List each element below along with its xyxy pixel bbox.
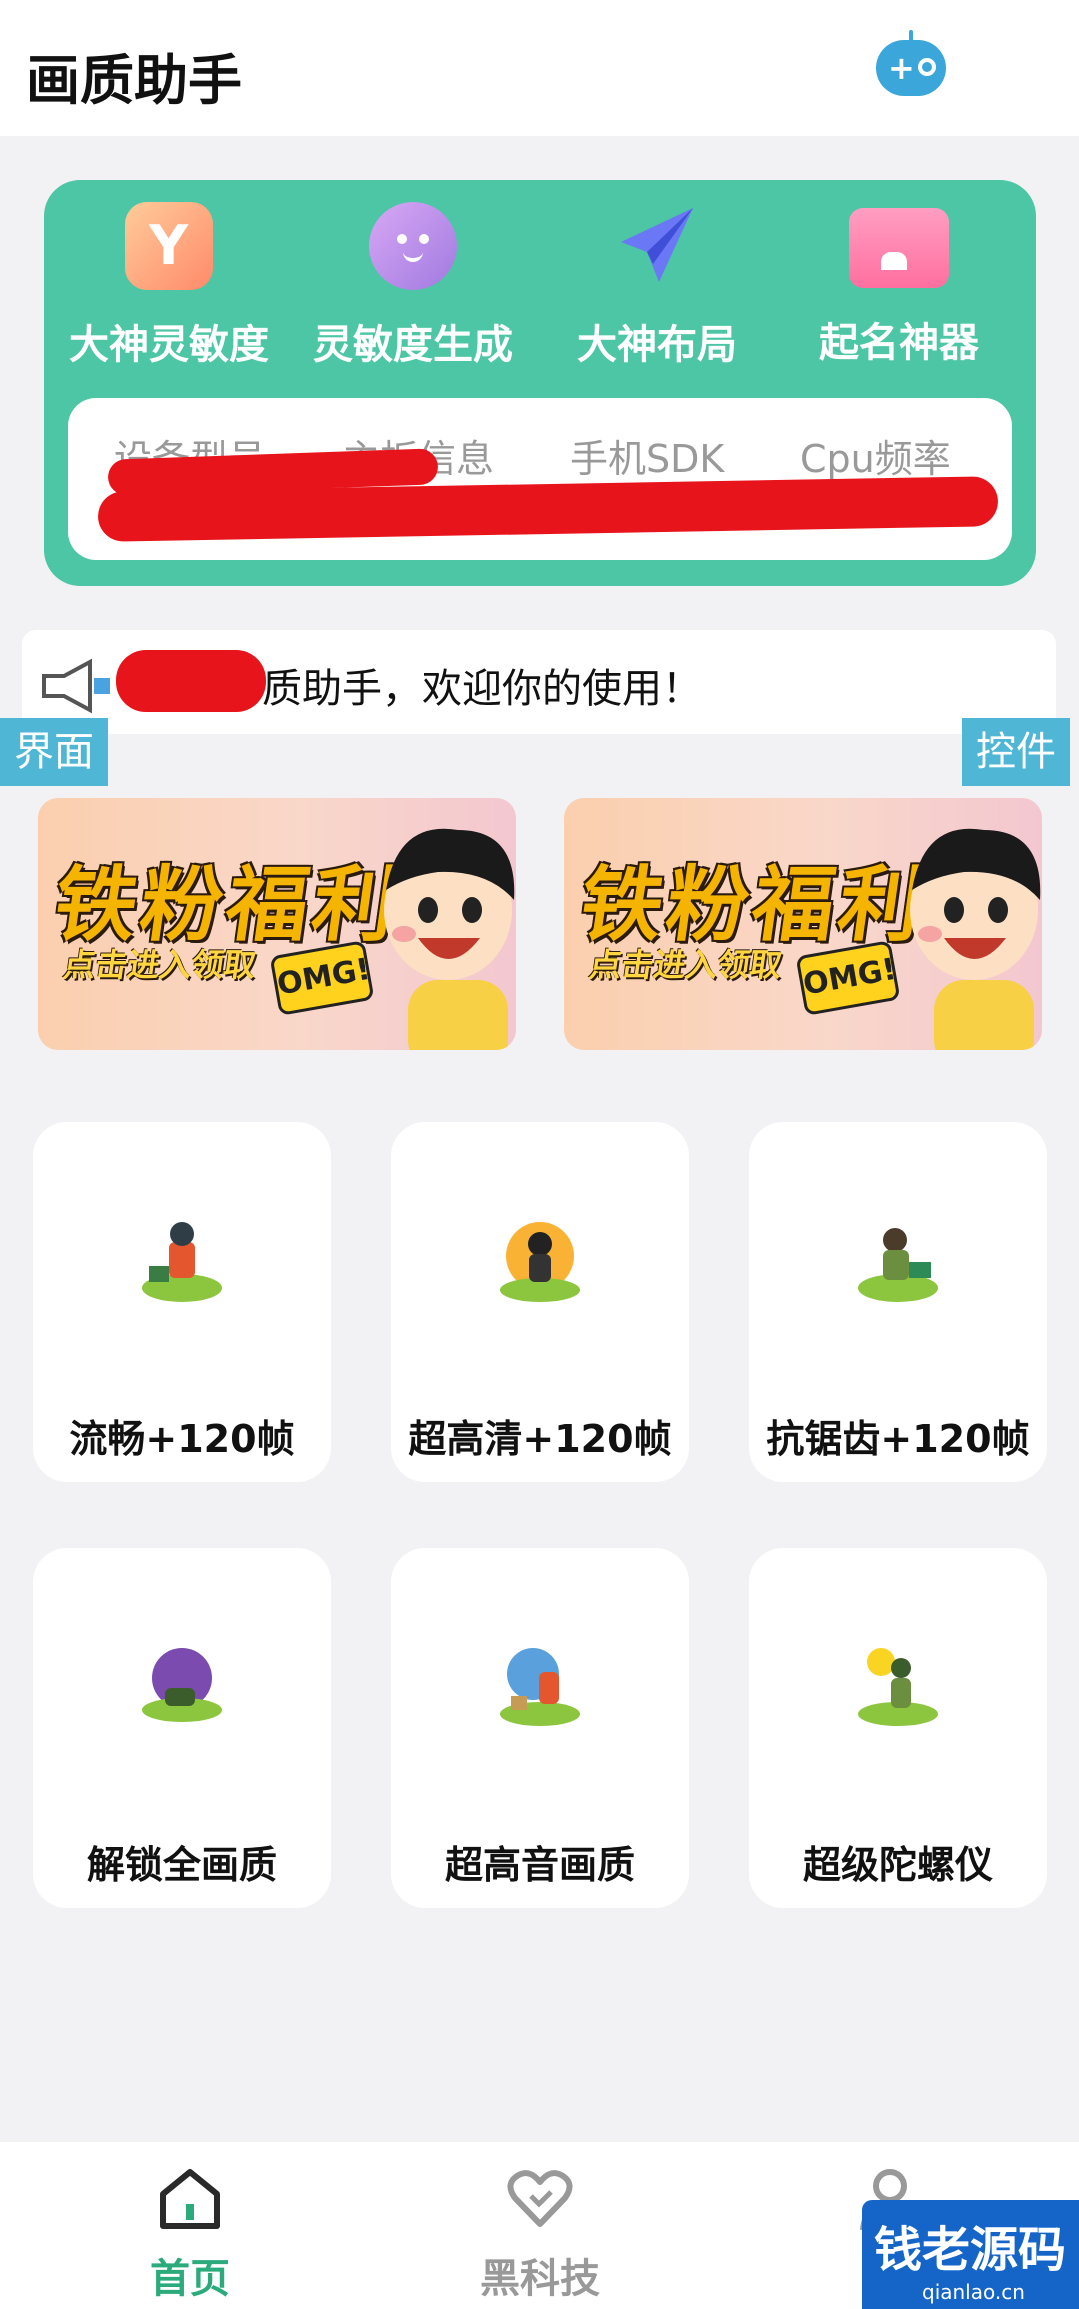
app-header: 画质助手 +: [0, 0, 1079, 136]
feature-label: 超级陀螺仪: [802, 1843, 993, 1887]
tag-controls: 控件: [962, 718, 1070, 786]
tool-sensitivity-generator[interactable]: 灵敏度生成: [288, 202, 538, 370]
feature-label: 抗锯齿+120帧: [766, 1417, 1030, 1461]
soldier-illustration-icon: [500, 1648, 580, 1726]
feature-card-unlock-quality[interactable]: 解锁全画质: [33, 1548, 331, 1908]
megaphone-icon: [42, 658, 110, 714]
cartoon-boy-icon: [384, 828, 515, 1050]
watermark-text: 钱老源码: [874, 2222, 1067, 2278]
nav-label: 黑科技: [480, 2256, 600, 2302]
watermark-badge: 钱老源码 qianlao.cn: [862, 2200, 1079, 2309]
feature-card-antialias[interactable]: 抗锯齿+120帧: [749, 1122, 1047, 1482]
info-col-cpu: Cpu频率: [800, 437, 951, 481]
heart-icon: [507, 2170, 573, 2227]
robot-add-icon[interactable]: +: [876, 30, 946, 96]
feature-card-gyroscope[interactable]: 超级陀螺仪: [749, 1548, 1047, 1908]
feature-label: 超高音画质: [444, 1843, 635, 1887]
tool-label: 大神灵敏度: [69, 322, 269, 368]
banner-subtitle: 点击进入领取: [587, 946, 785, 984]
watermark-sub: qianlao.cn: [922, 2280, 1025, 2304]
soldier-illustration-icon: [858, 1648, 938, 1726]
tool-label: 起名神器: [819, 320, 979, 366]
notice-text: 质助手，欢迎你的使用！: [262, 666, 702, 712]
feature-card-hd[interactable]: 超高清+120帧: [391, 1122, 689, 1482]
redaction-mark: [116, 650, 266, 712]
promo-banner[interactable]: 铁粉福利 点击进入领取 OMG!: [38, 798, 516, 1050]
tool-dashen-layout[interactable]: 大神布局: [532, 202, 782, 370]
soldier-illustration-icon: [142, 1648, 222, 1722]
tool-dashen-sensitivity[interactable]: Y 大神灵敏度: [44, 202, 294, 370]
y-hexagon-icon: Y: [125, 202, 213, 290]
tool-label: 灵敏度生成: [313, 322, 513, 368]
card-icon: [849, 208, 949, 288]
soldier-illustration-icon: [858, 1228, 938, 1302]
nav-item-black-tech[interactable]: 黑科技: [440, 2164, 640, 2304]
smiley-face-icon: [369, 202, 457, 290]
tool-name-generator[interactable]: 起名神器: [774, 202, 1024, 368]
banner-subtitle: 点击进入领取: [61, 946, 259, 984]
page-title: 画质助手: [26, 49, 242, 112]
feature-label: 解锁全画质: [86, 1843, 277, 1887]
paper-plane-icon: [613, 202, 701, 290]
nav-label: 首页: [150, 2256, 230, 2302]
tools-panel: Y 大神灵敏度 灵敏度生成 大神布局 起名神器 设备型号 主板信息 手机SDK …: [44, 180, 1036, 586]
soldier-illustration-icon: [500, 1222, 580, 1302]
nav-item-home[interactable]: 首页: [90, 2164, 290, 2304]
notice-bar[interactable]: 质助手，欢迎你的使用！: [22, 630, 1056, 734]
tag-interface: 界面: [0, 718, 108, 786]
info-col-sdk: 手机SDK: [570, 437, 725, 481]
feature-label: 超高清+120帧: [408, 1417, 672, 1461]
soldier-illustration-icon: [142, 1222, 222, 1302]
feature-label: 流畅+120帧: [69, 1417, 295, 1461]
feature-card-smooth[interactable]: 流畅+120帧: [33, 1122, 331, 1482]
home-icon: [160, 2169, 220, 2229]
device-info-card: 设备型号 主板信息 手机SDK Cpu频率: [68, 398, 1012, 560]
tool-label: 大神布局: [577, 322, 737, 368]
promo-banner[interactable]: 铁粉福利 点击进入领取 OMG!: [564, 798, 1042, 1050]
cartoon-boy-icon: [910, 828, 1041, 1050]
feature-card-super-audio[interactable]: 超高音画质: [391, 1548, 689, 1908]
